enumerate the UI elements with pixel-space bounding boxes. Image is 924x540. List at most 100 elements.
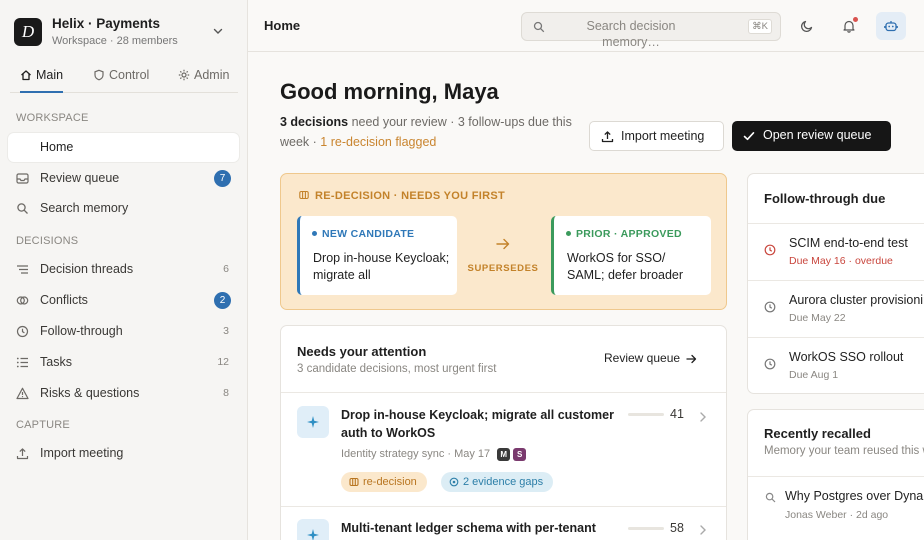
sidebar-item-search-memory[interactable]: Search memory	[8, 194, 239, 223]
sparkle-icon	[307, 416, 319, 428]
workspace-switcher[interactable]: D Helix · Payments Workspace · 28 member…	[14, 16, 234, 48]
target-icon	[449, 477, 459, 487]
follow-up-title: Aurora cluster provisioning	[789, 293, 924, 307]
follow-up-due: Due May 16 · overdue	[789, 255, 893, 267]
gear-icon	[178, 69, 190, 81]
tab-admin[interactable]: Admin	[178, 68, 229, 93]
conflict-icon	[16, 296, 29, 305]
chevron-right-icon[interactable]	[699, 524, 707, 536]
workspace-logo: D	[14, 18, 42, 46]
tag-evidence-gaps[interactable]: 2 evidence gaps	[441, 472, 554, 492]
chevron-right-icon[interactable]	[699, 411, 707, 423]
follow-up-due: Due Aug 1	[789, 369, 839, 381]
section-label-workspace: WORKSPACE	[16, 112, 89, 124]
arrow-right-icon	[686, 354, 697, 364]
needs-attention-card: Needs your attention 3 candidate decisio…	[280, 325, 727, 540]
clock-icon	[16, 325, 29, 338]
workspace-name: Helix · Payments	[52, 16, 161, 31]
sidebar-item-conflicts[interactable]: Conflicts 2	[8, 286, 239, 315]
section-title: Recently recalled	[764, 426, 871, 441]
count-label: 3	[223, 325, 229, 337]
recalled-item[interactable]: Why Postgres over DynamoDB Jonas Weber ·…	[748, 476, 924, 536]
candidate-tag: NEW CANDIDATE	[312, 228, 414, 240]
redecision-card[interactable]: RE-DECISION · NEEDS YOU FIRST NEW CANDID…	[280, 173, 727, 310]
avatar: M	[497, 448, 511, 461]
sidebar-item-import-meeting[interactable]: Import meeting	[8, 439, 239, 468]
tag-redecision[interactable]: re-decision	[341, 472, 427, 492]
tab-main[interactable]: Main	[20, 68, 64, 93]
redecision-flag-link[interactable]: 1 re-decision flagged	[320, 135, 436, 149]
section-label-decisions: DECISIONS	[16, 235, 79, 247]
upload-icon	[601, 131, 614, 143]
sidebar-tabs: Main Control Admin	[10, 60, 238, 93]
candidate-icon	[297, 406, 329, 438]
recalled-by: Jonas Weber · 2d ago	[785, 509, 889, 521]
section-label-capture: CAPTURE	[16, 419, 70, 431]
section-subtitle: 3 candidate decisions, most urgent first	[297, 363, 497, 375]
section-subtitle: Memory your team reused this week	[764, 445, 924, 457]
list-icon	[16, 357, 28, 368]
follow-up-title: SCIM end-to-end test	[789, 236, 908, 250]
count-label: 6	[223, 263, 229, 275]
search-input[interactable]: Search decision memory… ⌘K	[521, 12, 781, 49]
sidebar-item-follow-through[interactable]: Follow-through 3	[8, 317, 239, 346]
tab-control[interactable]: Control	[93, 68, 149, 93]
sidebar: D Helix · Payments Workspace · 28 member…	[0, 0, 248, 540]
notifications-button[interactable]	[834, 12, 864, 40]
search-icon	[765, 492, 776, 503]
candidate-decision-title[interactable]: Drop in-house Keycloak; migrate all cust…	[341, 406, 619, 442]
sidebar-item-review-queue[interactable]: Review queue 7	[8, 164, 239, 193]
notification-dot	[853, 17, 858, 22]
clock-icon	[764, 358, 776, 370]
section-title: Follow-through due	[764, 191, 886, 206]
open-review-queue-button[interactable]: Open review queue	[732, 121, 891, 151]
upload-icon	[16, 448, 29, 460]
top-bar: Home Search decision memory… ⌘K	[248, 0, 924, 52]
sidebar-item-decision-threads[interactable]: Decision threads 6	[8, 255, 239, 284]
sidebar-item-label: Risks & questions	[40, 386, 140, 400]
warning-icon	[16, 387, 29, 400]
import-meeting-button[interactable]: Import meeting	[589, 121, 724, 151]
sidebar-item-home[interactable]: Home	[8, 133, 239, 162]
sidebar-item-risks-questions[interactable]: Risks & questions 8	[8, 379, 239, 408]
prior-decision-card[interactable]: PRIOR · APPROVED WorkOS for SSO/ SAML; d…	[551, 216, 711, 295]
follow-up-item[interactable]: SCIM end-to-end test Due May 16 · overdu…	[748, 223, 924, 280]
assistant-button[interactable]	[876, 12, 906, 40]
greeting-title: Good morning, Maya	[280, 79, 499, 104]
check-icon	[743, 132, 755, 141]
score-bar	[628, 527, 664, 530]
sidebar-item-label: Tasks	[40, 355, 72, 369]
link-icon	[299, 190, 309, 200]
sidebar-item-label: Decision threads	[40, 262, 134, 276]
sidebar-item-label: Conflicts	[40, 293, 88, 307]
count-badge: 7	[214, 170, 231, 187]
candidate-title: Drop in-house Keycloak; migrate all	[313, 251, 450, 282]
workspace-subtitle: Workspace · 28 members	[52, 35, 178, 47]
new-candidate-card[interactable]: NEW CANDIDATE Drop in-house Keycloak; mi…	[297, 216, 457, 295]
section-title: Needs your attention	[297, 344, 427, 359]
divider	[281, 506, 726, 507]
score-bar	[628, 413, 664, 416]
divider	[281, 392, 726, 393]
score-value: 41	[670, 407, 684, 421]
greeting-summary: 3 decisions need your review · 3 follow-…	[280, 115, 572, 149]
search-icon	[17, 203, 28, 214]
follow-up-item[interactable]: WorkOS SSO rollout Due Aug 1	[748, 337, 924, 394]
robot-icon	[884, 21, 898, 32]
sidebar-item-label: Review queue	[40, 171, 120, 185]
search-icon	[533, 21, 545, 33]
theme-toggle-button[interactable]	[792, 12, 822, 40]
keyboard-shortcut: ⌘K	[748, 19, 772, 34]
sparkle-icon	[307, 529, 319, 540]
chevron-down-icon	[213, 28, 223, 34]
home-icon	[21, 70, 31, 81]
recently-recalled-panel: Recently recalled Memory your team reuse…	[747, 409, 924, 540]
sidebar-item-tasks[interactable]: Tasks 12	[8, 348, 239, 377]
follow-up-due: Due May 22	[789, 312, 846, 324]
sidebar-item-label: Follow-through	[40, 324, 123, 338]
inbox-icon	[16, 173, 29, 184]
shield-icon	[94, 69, 104, 81]
review-queue-link[interactable]: Review queue	[604, 351, 697, 365]
follow-up-item[interactable]: Aurora cluster provisioning Due May 22	[748, 280, 924, 337]
candidate-decision-title[interactable]: Multi-tenant ledger schema with per-tena…	[341, 519, 619, 537]
